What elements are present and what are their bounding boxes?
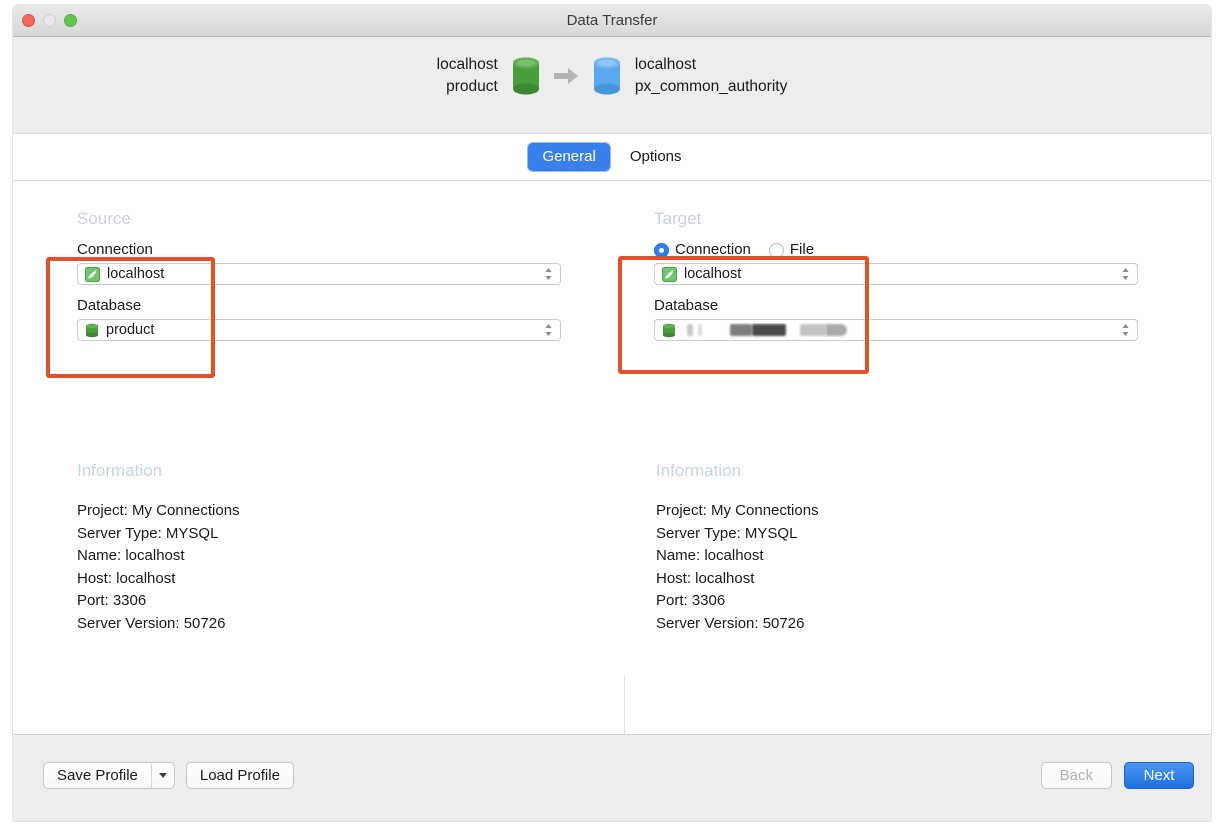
source-endpoint-host: localhost xyxy=(436,56,498,73)
source-endpoint-text: localhost product xyxy=(437,54,498,98)
source-information-heading: Information xyxy=(77,461,163,480)
source-database-select[interactable]: product xyxy=(77,319,561,341)
database-blue-icon xyxy=(593,57,620,95)
source-information: Information Project: My Connections Serv… xyxy=(77,461,577,635)
footer-left-buttons: Save Profile Load Profile xyxy=(43,762,294,789)
data-transfer-window: Data Transfer localhost product localhos… xyxy=(13,5,1211,821)
chevron-updown-icon[interactable] xyxy=(1120,322,1131,338)
source-endpoint: localhost product xyxy=(437,54,541,98)
target-database-label: Database xyxy=(654,297,719,314)
radio-connection-icon[interactable] xyxy=(654,242,669,258)
database-green-icon xyxy=(512,57,539,95)
tab-options[interactable]: Options xyxy=(616,143,696,171)
source-endpoint-database: product xyxy=(446,78,498,95)
info-line-port: Port: 3306 xyxy=(656,592,726,609)
info-line-name: Name: localhost xyxy=(656,547,764,564)
window-title: Data Transfer xyxy=(566,12,658,29)
info-line-server-type: Server Type: MYSQL xyxy=(77,524,219,542)
info-line-server-version: Server Version: 50726 xyxy=(656,614,805,632)
chevron-updown-icon[interactable] xyxy=(543,266,554,282)
target-database-value-wrap xyxy=(662,323,1120,338)
info-line-host: Host: localhost xyxy=(656,569,755,587)
info-line-project: Project: My Connections xyxy=(77,502,240,519)
redaction-block xyxy=(687,324,693,336)
source-connection-value: localhost xyxy=(107,266,165,282)
tabbar: General Options xyxy=(13,134,1211,181)
redaction-block xyxy=(752,324,786,336)
info-line-project: Project: My Connections xyxy=(656,502,819,519)
redaction-block xyxy=(730,324,752,336)
target-endpoint: localhost px_common_authority xyxy=(592,54,788,98)
source-panel: Source Connection localhost Database pro… xyxy=(64,181,599,341)
dialog-footer: Save Profile Load Profile Back Next xyxy=(13,734,1211,821)
back-button[interactable]: Back xyxy=(1040,762,1112,789)
target-mode-radio-group: Connection File xyxy=(654,241,1176,259)
redaction-block xyxy=(698,324,702,336)
dialog-body: Source Connection localhost Database pro… xyxy=(13,181,1211,821)
target-information-heading: Information xyxy=(656,461,742,480)
redaction-block xyxy=(826,324,847,336)
target-connection-value-wrap: localhost xyxy=(662,265,1120,283)
source-database-value-wrap: product xyxy=(85,321,543,339)
source-heading: Source xyxy=(77,209,131,228)
target-information: Information Project: My Connections Serv… xyxy=(656,461,1156,635)
chevron-updown-icon[interactable] xyxy=(543,322,554,338)
caret-down-icon xyxy=(158,773,167,778)
info-line-port: Port: 3306 xyxy=(77,592,147,609)
arrow-right-icon xyxy=(553,68,578,84)
source-connection-select[interactable]: localhost xyxy=(77,263,561,285)
source-information-lines: Project: My Connections Server Type: MYS… xyxy=(77,500,577,635)
target-endpoint-database: px_common_authority xyxy=(634,78,788,95)
target-connection-value: localhost xyxy=(684,266,742,282)
source-connection-label: Connection xyxy=(77,241,153,258)
target-endpoint-host: localhost xyxy=(634,56,697,73)
info-line-name: Name: localhost xyxy=(77,547,185,564)
target-mode-connection-label: Connection xyxy=(675,241,751,258)
load-profile-button[interactable]: Load Profile xyxy=(185,762,294,789)
chevron-updown-icon[interactable] xyxy=(1120,266,1131,282)
database-small-green-icon xyxy=(663,323,675,337)
window-titlebar: Data Transfer xyxy=(13,5,1211,37)
target-heading: Target xyxy=(654,209,702,228)
target-panel: Target Connection File localhost Databas… xyxy=(641,181,1176,341)
next-button[interactable]: Next xyxy=(1124,762,1194,789)
source-database-label: Database xyxy=(77,297,142,314)
mysql-connection-icon xyxy=(85,266,100,282)
save-profile-button[interactable]: Save Profile xyxy=(43,762,151,789)
target-information-lines: Project: My Connections Server Type: MYS… xyxy=(656,500,1156,635)
redaction-block xyxy=(800,324,826,336)
info-line-server-type: Server Type: MYSQL xyxy=(656,524,798,542)
target-mode-file[interactable]: File xyxy=(768,241,815,259)
database-small-green-icon xyxy=(86,323,98,337)
tab-general[interactable]: General xyxy=(528,143,610,171)
target-mode-connection[interactable]: Connection xyxy=(654,241,751,259)
save-profile-split-button: Save Profile xyxy=(43,762,175,789)
target-database-value-redacted xyxy=(683,324,1113,337)
target-mode-file-label: File xyxy=(789,241,815,258)
info-line-host: Host: localhost xyxy=(77,569,176,587)
source-connection-value-wrap: localhost xyxy=(85,265,543,283)
transfer-summary: localhost product localhost px_common_au… xyxy=(13,54,1211,98)
source-database-value: product xyxy=(106,322,155,338)
mysql-connection-icon xyxy=(662,266,677,282)
save-profile-dropdown-button[interactable] xyxy=(150,762,175,789)
target-endpoint-text: localhost px_common_authority xyxy=(635,54,788,98)
target-connection-select[interactable]: localhost xyxy=(654,263,1138,285)
footer-right-buttons: Back Next xyxy=(1040,762,1194,789)
target-database-select[interactable] xyxy=(654,319,1138,341)
transfer-header: localhost product localhost px_common_au… xyxy=(13,37,1211,134)
screen: Data Transfer localhost product localhos… xyxy=(0,0,1224,826)
radio-file-icon[interactable] xyxy=(768,242,784,258)
info-line-server-version: Server Version: 50726 xyxy=(77,614,226,632)
